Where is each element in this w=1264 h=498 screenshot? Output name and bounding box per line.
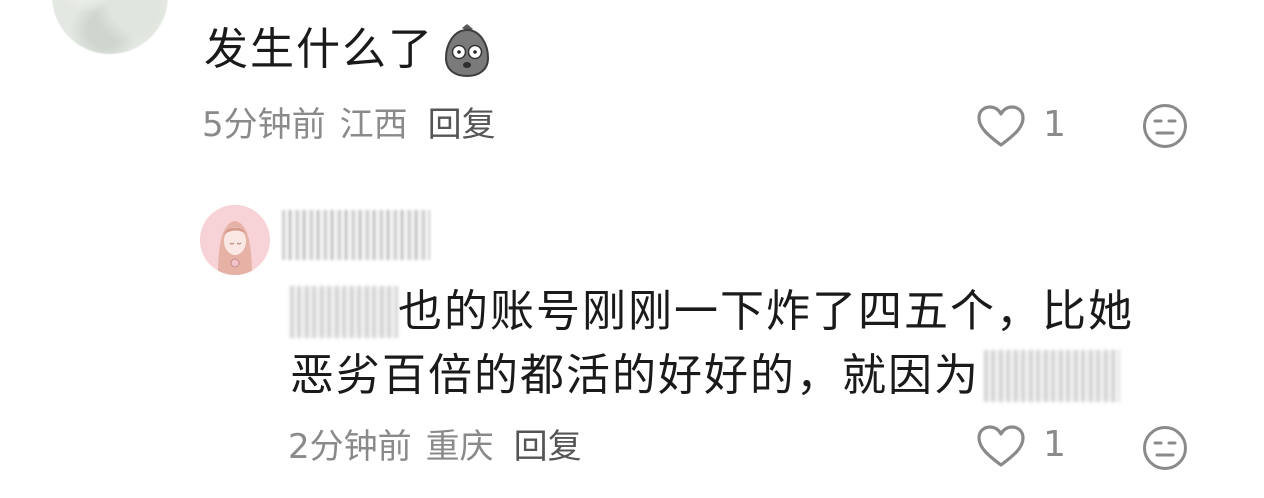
reply-comment-line-1: 也的账号刚刚一下炸了四五个，比她: [290, 280, 1190, 344]
comment-time: 2分钟前: [288, 427, 412, 467]
like-count: 1: [1043, 424, 1066, 465]
neutral-face-icon[interactable]: [1141, 102, 1189, 150]
reply-comment-text: 也的账号刚刚一下炸了四五个，比她 恶劣百倍的都活的好好的，就因为: [290, 280, 1190, 408]
like-count: 1: [1043, 104, 1066, 145]
commenter-avatar[interactable]: [52, 0, 168, 54]
reply-username-redacted[interactable]: [282, 210, 430, 260]
comment-location: 重庆: [425, 427, 494, 467]
neutral-face-icon[interactable]: [1141, 424, 1189, 472]
reply-button[interactable]: 回复: [428, 105, 496, 145]
redacted-text: [290, 286, 398, 338]
comment-meta: 5分钟前 江西 回复: [202, 102, 496, 148]
heart-outline-icon[interactable]: [975, 423, 1027, 469]
comment-location: 江西: [339, 105, 408, 145]
reply-comment-body-2: 恶劣百倍的都活的好好的，就因为: [290, 350, 980, 401]
heart-outline-icon[interactable]: [975, 103, 1027, 149]
comment-body: 发生什么了: [204, 24, 434, 75]
reply-comment-line-2: 恶劣百倍的都活的好好的，就因为: [290, 344, 1190, 408]
comment-time: 5分钟前: [202, 105, 326, 145]
reply-comment-meta: 2分钟前 重庆 回复: [288, 424, 582, 470]
anime-girl-avatar-icon: [200, 205, 270, 275]
reply-comment-body-1: 也的账号刚刚一下炸了四五个，比她: [398, 286, 1134, 337]
shocked-blob-emoji-icon: [444, 24, 490, 78]
reply-commenter-avatar[interactable]: [200, 205, 270, 275]
redacted-text: [984, 350, 1120, 402]
comment-text: 发生什么了: [204, 20, 494, 80]
reply-button[interactable]: 回复: [514, 427, 582, 467]
